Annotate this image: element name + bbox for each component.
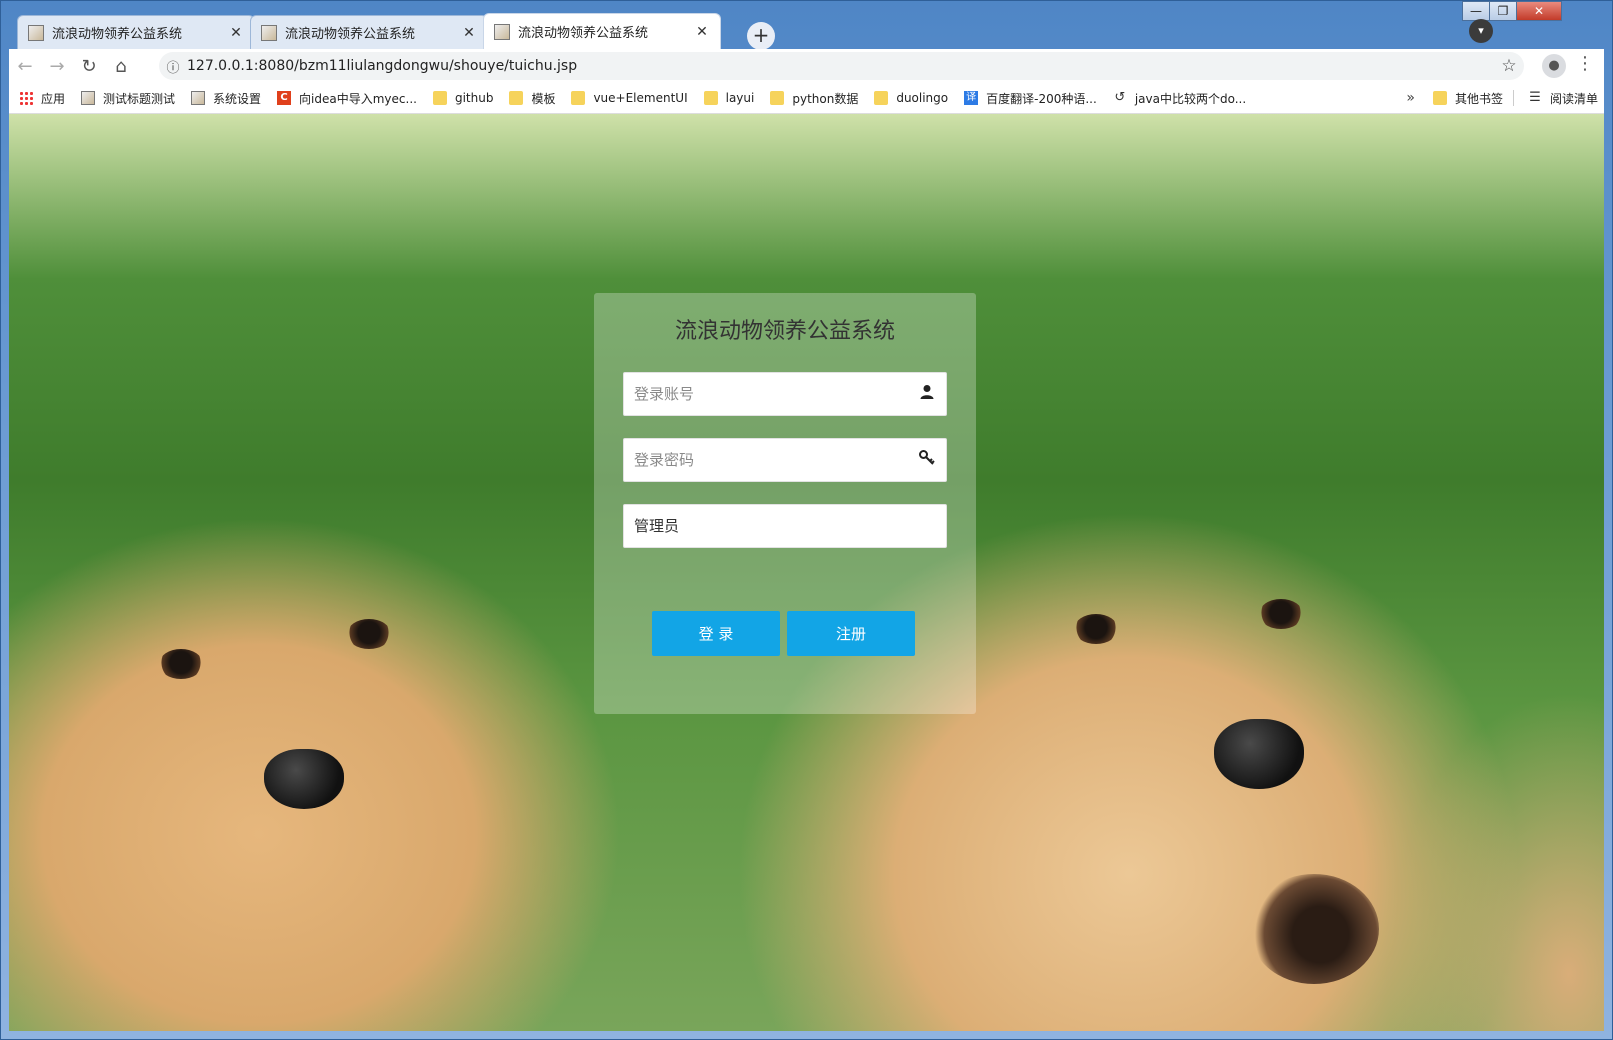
bookmarks-bar: 应用 测试标题测试 系统设置 C 向idea中导入myec... github 模… — [9, 83, 1604, 114]
password-input[interactable] — [624, 439, 946, 481]
divider — [1512, 90, 1514, 106]
account-input[interactable] — [624, 373, 946, 415]
bookmark-item[interactable]: C 向idea中导入myec... — [277, 90, 417, 107]
page-favicon-icon — [494, 23, 510, 40]
page-content: 流浪动物领养公益系统 管理员 登 录 — [9, 114, 1604, 1031]
login-title: 流浪动物领养公益系统 — [674, 319, 895, 344]
role-field: 管理员 — [623, 504, 947, 548]
translate-icon: 译 — [964, 91, 979, 105]
tab-title: 流浪动物领养公益系统 — [518, 26, 649, 41]
page-favicon-icon — [28, 24, 44, 41]
page-icon — [191, 91, 206, 105]
tab-title: 流浪动物领养公益系统 — [285, 27, 416, 42]
tab-title: 流浪动物领养公益系统 — [52, 27, 183, 42]
key-icon — [919, 450, 935, 465]
bookmark-folder[interactable]: python数据 — [770, 90, 858, 107]
bookmark-item[interactable]: 译百度翻译-200种语... — [964, 90, 1097, 107]
tab-close-icon[interactable]: ✕ — [228, 25, 244, 41]
bookmark-label: 模板 — [531, 91, 556, 106]
bookmark-label: 系统设置 — [213, 91, 262, 106]
new-tab-button[interactable]: + — [747, 22, 775, 50]
bookmark-item[interactable]: 测试标题测试 — [81, 90, 175, 107]
bookmark-folder[interactable]: layui — [703, 91, 755, 105]
tab-search-icon[interactable]: ▾ — [1469, 19, 1493, 43]
browser-tab[interactable]: 流浪动物领养公益系统 ✕ — [17, 15, 255, 49]
reading-list-button[interactable]: ☰ 阅读清单 — [1528, 90, 1598, 107]
folder-icon — [770, 91, 785, 105]
bookmark-label: 其他书签 — [1454, 91, 1503, 106]
url-text[interactable]: 127.0.0.1:8080/bzm11liulangdongwu/shouye… — [187, 58, 1494, 74]
page-favicon-icon — [261, 24, 277, 41]
bookmark-label: python数据 — [792, 91, 859, 106]
bookmark-label: 应用 — [41, 91, 66, 106]
folder-icon — [1432, 91, 1447, 105]
dog-eye — [347, 619, 391, 649]
login-panel: 流浪动物领养公益系统 管理员 登 录 — [594, 293, 976, 714]
page-icon — [81, 91, 96, 105]
forward-arrow-icon[interactable]: → — [41, 56, 73, 77]
bookmark-label: 向idea中导入myec... — [299, 91, 417, 106]
password-field — [623, 438, 947, 482]
reading-list-icon: ☰ — [1529, 90, 1541, 105]
bookmark-label: 阅读清单 — [1549, 91, 1598, 106]
bookmark-label: java中比较两个do... — [1134, 91, 1247, 106]
bookmark-label: 测试标题测试 — [103, 91, 176, 106]
dog-nose — [264, 749, 344, 809]
tab-strip: 流浪动物领养公益系统 ✕ 流浪动物领养公益系统 ✕ 流浪动物领养公益系统 ✕ + — [9, 9, 1604, 50]
kebab-menu-icon[interactable]: ⋮ — [1576, 53, 1594, 74]
bookmark-star-icon[interactable]: ☆ — [1494, 56, 1524, 76]
login-button[interactable]: 登 录 — [652, 611, 780, 656]
other-bookmarks-folder[interactable]: 其他书签 — [1432, 90, 1503, 107]
browser-toolbar: ← → ↻ ⌂ ⓘ 127.0.0.1:8080/bzm11liulangdon… — [9, 49, 1604, 83]
bookmark-label: github — [454, 91, 494, 105]
bookmark-item[interactable]: 应用 — [19, 90, 65, 107]
back-arrow-icon[interactable]: ← — [9, 56, 41, 77]
dog-eye — [159, 649, 203, 679]
tab-close-icon[interactable]: ✕ — [694, 24, 710, 40]
bookmark-folder[interactable]: github — [432, 91, 494, 105]
link-icon: ↺ — [1114, 90, 1126, 105]
home-icon[interactable]: ⌂ — [105, 56, 137, 77]
bookmark-label: layui — [725, 91, 755, 105]
bookmark-folder[interactable]: duolingo — [874, 91, 948, 105]
profile-avatar-icon[interactable]: ● — [1542, 54, 1566, 78]
dog-eye — [1259, 599, 1303, 629]
role-select[interactable]: 管理员 — [624, 505, 946, 547]
folder-icon — [509, 91, 524, 105]
dog-eye — [1074, 614, 1118, 644]
c-logo-icon: C — [277, 91, 292, 105]
folder-icon — [874, 91, 889, 105]
apps-icon — [19, 91, 33, 105]
site-info-icon[interactable]: ⓘ — [159, 57, 187, 76]
bookmarks-overflow-icon[interactable]: » — [1406, 90, 1415, 106]
bookmark-folder[interactable]: 模板 — [509, 90, 555, 107]
folder-icon — [432, 91, 447, 105]
browser-tab-active[interactable]: 流浪动物领养公益系统 ✕ — [483, 13, 721, 49]
bookmarks-right: » 其他书签 ☰ 阅读清单 — [1406, 83, 1604, 113]
register-button[interactable]: 注册 — [787, 611, 915, 656]
address-bar[interactable]: ⓘ 127.0.0.1:8080/bzm11liulangdongwu/shou… — [159, 52, 1524, 80]
folder-icon — [571, 91, 586, 105]
folder-icon — [703, 91, 718, 105]
bookmark-label: duolingo — [896, 91, 949, 105]
browser-window: — ❐ ✕ 流浪动物领养公益系统 ✕ 流浪动物领养公益系统 ✕ 流浪动物领养公益… — [0, 0, 1613, 1040]
bookmark-label: vue+ElementUI — [593, 91, 688, 105]
browser-tab[interactable]: 流浪动物领养公益系统 ✕ — [250, 15, 488, 49]
bookmark-item[interactable]: ↺ java中比较两个do... — [1113, 90, 1246, 107]
reload-icon[interactable]: ↻ — [73, 56, 105, 77]
bookmark-item[interactable]: 系统设置 — [191, 90, 261, 107]
bookmark-folder[interactable]: vue+ElementUI — [571, 91, 688, 105]
bookmark-label: 百度翻译-200种语... — [986, 91, 1097, 106]
tab-close-icon[interactable]: ✕ — [461, 25, 477, 41]
dog-paw — [1249, 874, 1379, 984]
account-field — [623, 372, 947, 416]
user-icon — [920, 385, 934, 399]
dog-nose — [1214, 719, 1304, 789]
